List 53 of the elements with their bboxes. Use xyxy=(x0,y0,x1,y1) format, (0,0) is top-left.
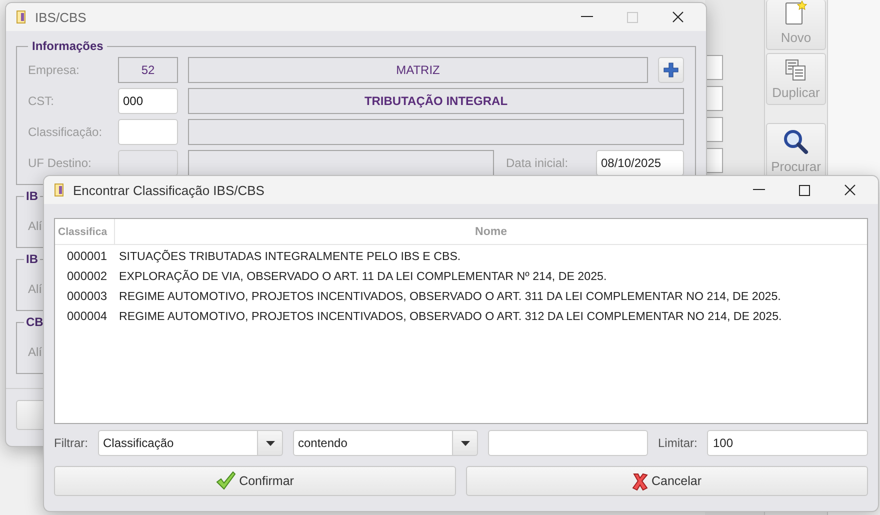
close-icon[interactable] xyxy=(844,184,856,196)
dropdown-button[interactable] xyxy=(453,430,478,456)
table-cell[interactable]: 000003 xyxy=(55,289,119,303)
group-title: Informações xyxy=(31,39,104,53)
x-icon xyxy=(632,472,648,490)
window-title: Encontrar Classificação IBS/CBS xyxy=(73,182,264,198)
operator-dropdown[interactable]: contendo xyxy=(293,430,453,456)
confirm-button[interactable]: Confirmar xyxy=(54,466,456,496)
date-label: Data inicial: xyxy=(506,156,570,170)
field-label: CST: xyxy=(28,94,56,108)
minimize-icon[interactable] xyxy=(753,189,765,191)
field-label: Alí xyxy=(28,345,42,359)
maximize-icon[interactable] xyxy=(799,184,810,196)
group-title: IB xyxy=(24,252,40,266)
field-label: Alí xyxy=(28,282,42,296)
group-title: CB xyxy=(24,315,46,329)
dropdown-button[interactable] xyxy=(258,430,283,456)
search-field[interactable] xyxy=(488,430,648,456)
check-icon xyxy=(216,471,236,491)
app-icon xyxy=(54,183,65,197)
plus-icon xyxy=(663,62,679,78)
limit-field[interactable]: 100 xyxy=(707,430,868,456)
caret-icon xyxy=(460,440,470,446)
field-label: Classificação: xyxy=(28,125,104,139)
cancel-button[interactable]: Cancelar xyxy=(466,466,868,496)
window-title: IBS/CBS xyxy=(35,10,86,24)
table-cell[interactable]: 000004 xyxy=(55,309,119,323)
code-field[interactable] xyxy=(118,119,178,145)
field-dropdown[interactable]: Classificação xyxy=(98,430,258,456)
app-icon xyxy=(16,10,27,24)
new-document-icon xyxy=(784,0,808,26)
name-field: TRIBUTAÇÃO INTEGRAL xyxy=(188,88,684,114)
field-label: UF Destino: xyxy=(28,156,92,170)
filter-label: Filtrar: xyxy=(54,436,88,450)
code-field[interactable]: 000 xyxy=(118,88,178,114)
table-cell[interactable]: 000001 xyxy=(55,249,119,263)
add-button[interactable] xyxy=(658,57,684,83)
table-cell[interactable]: 000002 xyxy=(55,269,119,283)
copy-icon xyxy=(785,59,807,81)
group-title: IB xyxy=(24,189,40,203)
limit-label: Limitar: xyxy=(658,436,697,450)
field-label: Alí xyxy=(28,219,42,233)
search-icon xyxy=(783,129,809,155)
minimize-icon[interactable] xyxy=(581,16,593,18)
close-icon[interactable] xyxy=(672,11,684,23)
table-cell[interactable]: SITUAÇÕES TRIBUTADAS INTEGRALMENTE PELO IBS E CBS. xyxy=(119,250,867,262)
table-cell[interactable]: REGIME AUTOMOTIVO, PROJETOS INCENTIVADOS, OBSERVADO O ART. 311 DA LEI COMPLEMENTAR NO 214, DE 2025. xyxy=(119,290,867,302)
table-cell[interactable]: REGIME AUTOMOTIVO, PROJETOS INCENTIVADOS, OBSERVADO O ART. 312 DA LEI COMPLEMENTAR NO 214, DE 2025. xyxy=(119,310,867,322)
date-field[interactable]: 08/10/2025 xyxy=(596,150,684,176)
caret-icon xyxy=(266,440,274,446)
table-cell[interactable]: EXPLORAÇÃO DE VIA, OBSERVADO O ART. 11 DA LEI COMPLEMENTAR Nº 214, DE 2025. xyxy=(119,270,867,282)
name-field: MATRIZ xyxy=(188,57,648,83)
field-label: Empresa: xyxy=(28,63,80,77)
